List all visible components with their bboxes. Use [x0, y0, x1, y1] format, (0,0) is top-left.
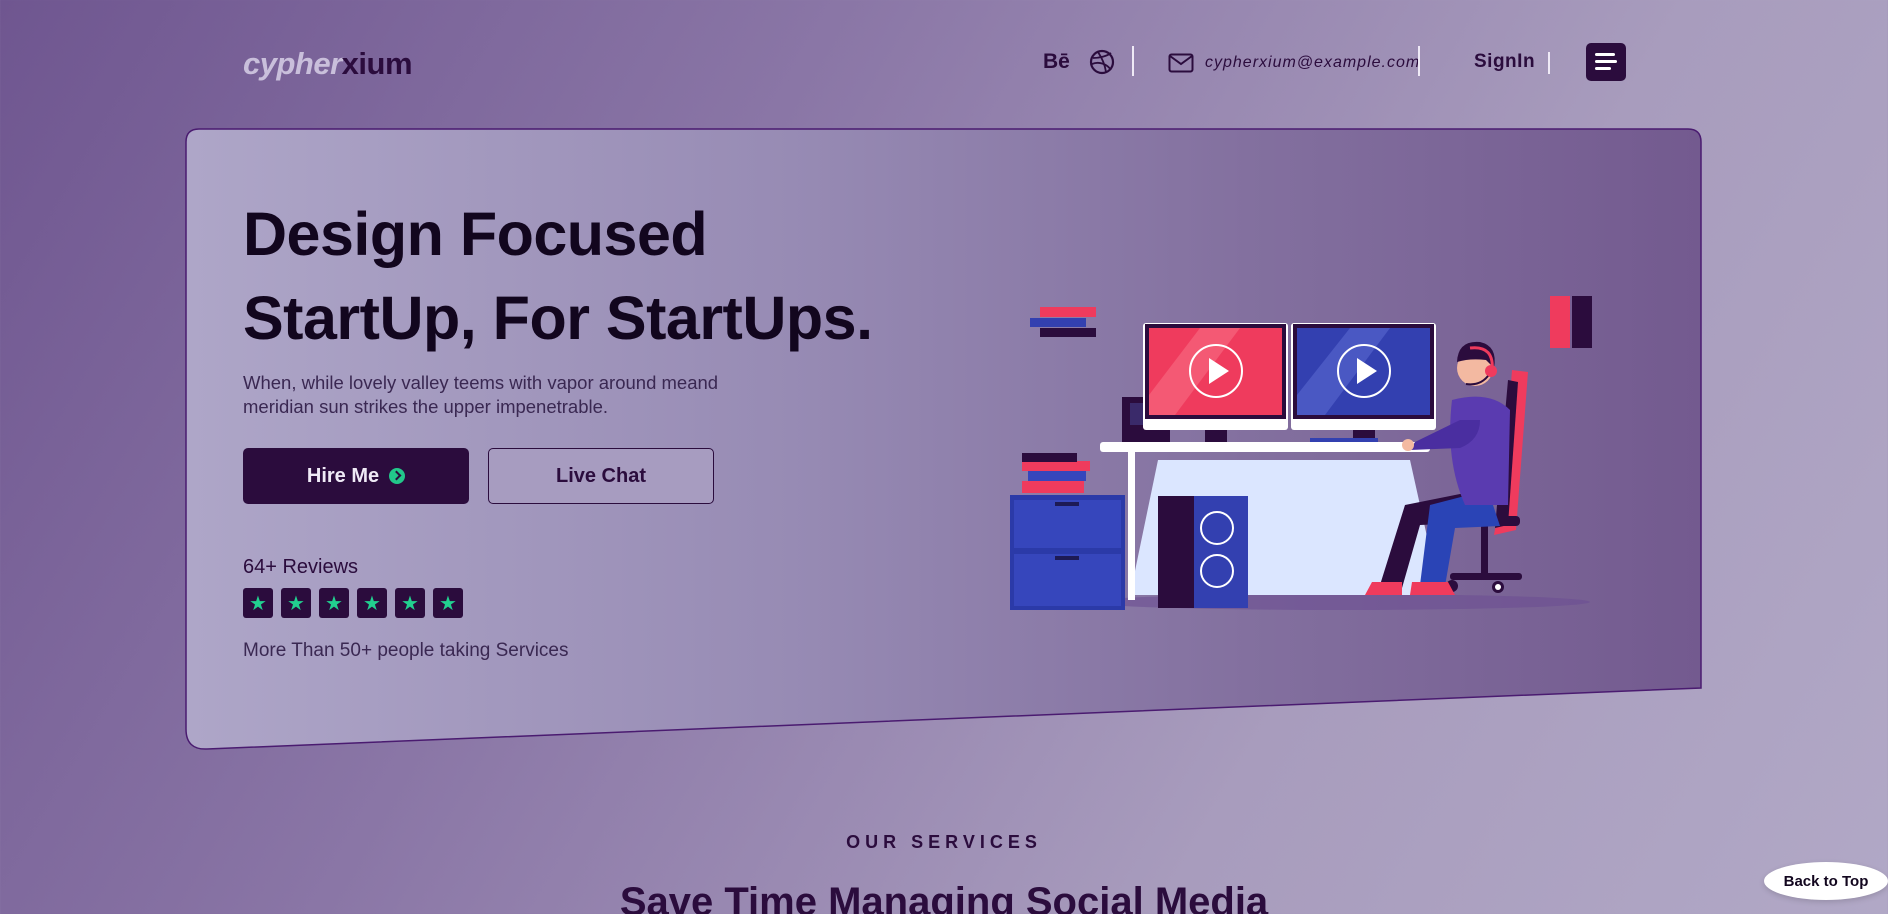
hamburger-menu-button[interactable]	[1586, 43, 1626, 81]
floating-blocks-decoration	[1550, 296, 1592, 348]
behance-icon[interactable]: Bē	[1043, 48, 1070, 76]
mail-icon	[1168, 53, 1194, 73]
star-icon: ★	[395, 588, 425, 618]
menu-line-icon	[1595, 67, 1611, 70]
star-icon: ★	[433, 588, 463, 618]
menu-line-icon	[1595, 60, 1617, 63]
live-chat-button[interactable]: Live Chat	[488, 448, 714, 504]
hero-title-line: Design Focused	[243, 200, 708, 268]
header-divider	[1418, 46, 1420, 76]
pc-tower	[1158, 496, 1248, 608]
reviews-count: 64+ Reviews	[243, 556, 359, 578]
hire-me-button[interactable]: Hire Me	[243, 448, 469, 504]
services-title: Save Time Managing Social Media	[619, 880, 1269, 914]
header-email-link[interactable]: cypherxium@example.com	[1205, 53, 1420, 73]
rating-stars: ★ ★ ★ ★ ★ ★	[243, 588, 463, 618]
logo-part-xium: xium	[341, 46, 413, 81]
hero-description: When, while lovely valley teems with vap…	[243, 372, 719, 417]
hire-me-label: Hire Me	[306, 464, 380, 487]
monitor-left	[1143, 323, 1288, 442]
header-divider	[1132, 46, 1134, 76]
monitor-right	[1291, 323, 1436, 442]
hero-title: Design Focused StartUp, For StartUps.	[243, 192, 873, 360]
logo-part-cypher: cypher	[243, 46, 342, 81]
header-divider	[1548, 52, 1550, 74]
reviews-note: More Than 50+ people taking Services	[243, 640, 569, 661]
drawer-cabinet	[1010, 453, 1125, 610]
star-icon: ★	[243, 588, 273, 618]
services-kicker: OUR SERVICES	[846, 832, 1042, 852]
hero-title-line: StartUp, For StartUps.	[243, 284, 873, 352]
menu-line-icon	[1595, 53, 1615, 56]
floating-bars-decoration	[1030, 307, 1096, 337]
star-icon: ★	[357, 588, 387, 618]
arrow-right-circle-icon	[389, 468, 406, 484]
star-icon: ★	[319, 588, 349, 618]
developer-desk-illustration	[1010, 296, 1592, 610]
dribbble-icon[interactable]	[1089, 49, 1115, 75]
brand-logo[interactable]: cypherxium	[243, 44, 413, 84]
back-to-top-button[interactable]: Back to Top	[1764, 862, 1888, 900]
signin-link[interactable]: SignIn	[1474, 49, 1535, 75]
star-icon: ★	[281, 588, 311, 618]
